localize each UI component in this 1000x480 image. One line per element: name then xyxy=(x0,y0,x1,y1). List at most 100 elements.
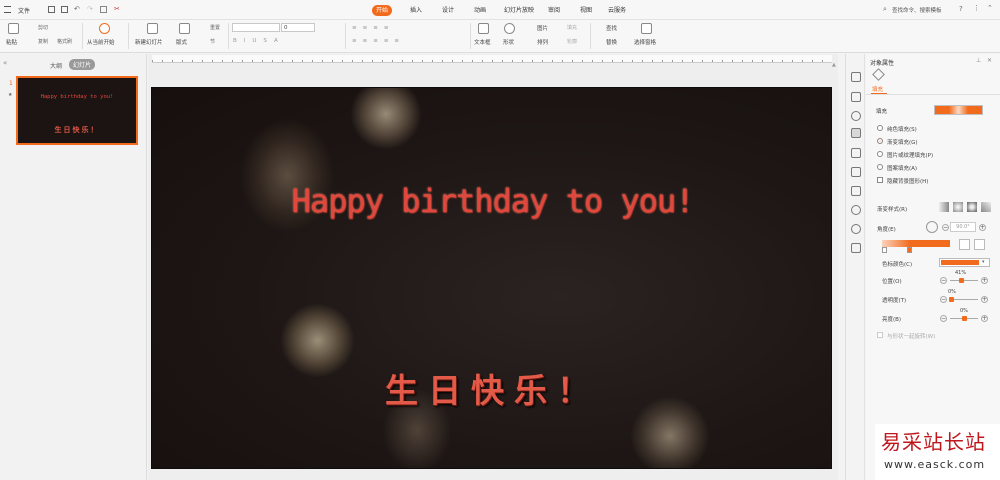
new-slide-icon[interactable] xyxy=(147,23,158,34)
gradient-stop-2[interactable] xyxy=(907,247,912,253)
gradient-style-rect[interactable] xyxy=(967,202,977,212)
radio-picture[interactable] xyxy=(877,151,883,157)
position-decrease[interactable]: − xyxy=(940,277,947,284)
shape-icon[interactable] xyxy=(504,23,515,34)
find-button[interactable]: 查找 xyxy=(606,24,617,32)
position-slider[interactable] xyxy=(950,280,978,281)
play-from-current-icon[interactable] xyxy=(99,23,110,34)
reset-button[interactable]: 重置 xyxy=(210,24,220,31)
tab-view[interactable]: 视图 xyxy=(576,5,596,16)
shape-button[interactable]: 形状 xyxy=(503,38,514,46)
option-picture[interactable]: 图片或纹理填充(P) xyxy=(887,151,933,159)
angle-increase[interactable]: + xyxy=(979,224,986,231)
replace-button[interactable]: 替换 xyxy=(606,38,617,46)
hide-bg-checkbox[interactable] xyxy=(877,177,883,183)
menu-icon[interactable] xyxy=(4,6,11,13)
close-panel-icon[interactable]: ✕ xyxy=(987,57,992,64)
slide-canvas[interactable]: Happy birthday to you! 生日快乐！ xyxy=(151,87,832,469)
redo-icon[interactable]: ↷ xyxy=(87,5,93,13)
format-painter-button[interactable]: 格式刷 xyxy=(57,38,72,45)
gradient-stop-1[interactable] xyxy=(882,247,887,253)
arrange-button[interactable]: 排列 xyxy=(537,38,548,46)
selection-pane-button[interactable]: 选择窗格 xyxy=(634,38,656,46)
copy-icon[interactable] xyxy=(851,92,861,102)
copy-button[interactable]: 复制 xyxy=(38,38,48,45)
cut-button[interactable]: 剪切 xyxy=(38,24,48,31)
pin-icon[interactable] xyxy=(851,72,861,82)
fill-bucket-icon[interactable] xyxy=(872,68,885,81)
picture-button[interactable]: 图片 xyxy=(537,24,548,32)
section-button[interactable]: 节 xyxy=(210,38,215,45)
rotate-with-shape-label[interactable]: 与形状一起旋转(W) xyxy=(887,332,935,340)
transparency-increase[interactable]: + xyxy=(981,296,988,303)
tab-design[interactable]: 设计 xyxy=(438,5,458,16)
history-icon[interactable] xyxy=(851,205,861,215)
tab-outline[interactable]: 大纲 xyxy=(50,61,62,70)
add-stop-icon[interactable] xyxy=(959,239,970,250)
collapse-panel-icon[interactable]: « xyxy=(3,59,7,67)
layout-icon[interactable] xyxy=(179,23,190,34)
tab-cloud[interactable]: 云服务 xyxy=(604,5,630,16)
save-icon[interactable] xyxy=(48,6,55,13)
fill-button[interactable]: 填充 xyxy=(567,24,577,31)
horizontal-ruler[interactable] xyxy=(152,55,832,63)
radio-pattern[interactable] xyxy=(877,164,883,170)
radio-solid[interactable] xyxy=(877,125,883,131)
new-slide-button[interactable]: 新建幻灯片 xyxy=(135,38,163,46)
shape-icon[interactable] xyxy=(851,111,861,121)
database-icon[interactable] xyxy=(851,186,861,196)
help-icon[interactable] xyxy=(851,224,861,234)
apps-icon[interactable] xyxy=(851,243,861,253)
help-icon[interactable]: ? xyxy=(959,5,963,13)
tab-review[interactable]: 审阅 xyxy=(544,5,564,16)
font-name-select[interactable] xyxy=(232,23,280,32)
print-icon[interactable] xyxy=(61,6,68,13)
undo-icon[interactable]: ↶ xyxy=(74,5,80,13)
position-increase[interactable]: + xyxy=(981,277,988,284)
tab-home[interactable]: 开始 xyxy=(372,5,393,16)
fill-section-title[interactable]: 填充 xyxy=(876,107,887,115)
slide-thumbnail[interactable]: Happy birthday to you! 生日快乐！ xyxy=(16,76,138,145)
collapse-ribbon-icon[interactable]: ⌃ xyxy=(987,4,993,12)
rotate-with-shape-checkbox[interactable] xyxy=(877,332,883,338)
paste-button[interactable]: 粘贴 xyxy=(6,38,17,46)
slide-title[interactable]: Happy birthday to you! xyxy=(152,182,831,220)
transparency-slider[interactable] xyxy=(950,299,978,300)
textbox-button[interactable]: 文本框 xyxy=(474,38,491,46)
preview-icon[interactable] xyxy=(100,6,107,13)
textbox-icon[interactable] xyxy=(478,23,489,34)
file-menu[interactable]: 文件 xyxy=(18,6,30,15)
scroll-up-icon[interactable]: ▲ xyxy=(832,62,836,68)
pin-panel-icon[interactable]: ⊥ xyxy=(976,57,981,64)
tab-fill[interactable]: 填充 xyxy=(872,85,883,93)
option-pattern[interactable]: 图案填充(A) xyxy=(887,164,917,172)
more-icon[interactable]: ⋮ xyxy=(973,4,980,12)
command-search[interactable]: 查找命令、搜索模板 xyxy=(892,6,942,14)
font-size-select[interactable]: 0 xyxy=(281,23,315,32)
transparency-knob[interactable] xyxy=(949,297,954,302)
star-icon[interactable] xyxy=(851,167,861,177)
gradient-style-path[interactable] xyxy=(981,202,991,212)
hide-bg-label[interactable]: 隐藏背景图形(H) xyxy=(887,177,928,185)
align-buttons[interactable]: ≡≡≡≡≡ xyxy=(352,38,405,44)
fill-preview[interactable] xyxy=(934,105,983,115)
clear-format-icon[interactable]: ✂ xyxy=(114,5,120,13)
angle-decrease[interactable]: − xyxy=(942,224,949,231)
position-knob[interactable] xyxy=(959,278,964,283)
outline-button[interactable]: 轮廓 xyxy=(567,38,577,45)
angle-dial[interactable] xyxy=(926,221,938,233)
paragraph-buttons[interactable]: ≡≡≡≡ xyxy=(352,25,394,31)
tab-slideshow[interactable]: 幻灯片放映 xyxy=(500,5,538,16)
font-style-buttons[interactable]: BIUSA xyxy=(233,38,285,44)
brightness-increase[interactable]: + xyxy=(981,315,988,322)
animation-icon[interactable] xyxy=(851,148,861,158)
layout-button[interactable]: 版式 xyxy=(176,38,187,46)
tab-slides[interactable]: 幻灯片 xyxy=(69,59,96,70)
tab-animation[interactable]: 动画 xyxy=(470,5,490,16)
search-icon[interactable]: ⌕ xyxy=(883,5,887,14)
gradient-bar[interactable] xyxy=(882,240,950,247)
stop-color-picker[interactable]: ▾ xyxy=(939,258,990,267)
remove-stop-icon[interactable] xyxy=(974,239,985,250)
properties-icon[interactable] xyxy=(851,128,861,138)
brightness-decrease[interactable]: − xyxy=(940,315,947,322)
